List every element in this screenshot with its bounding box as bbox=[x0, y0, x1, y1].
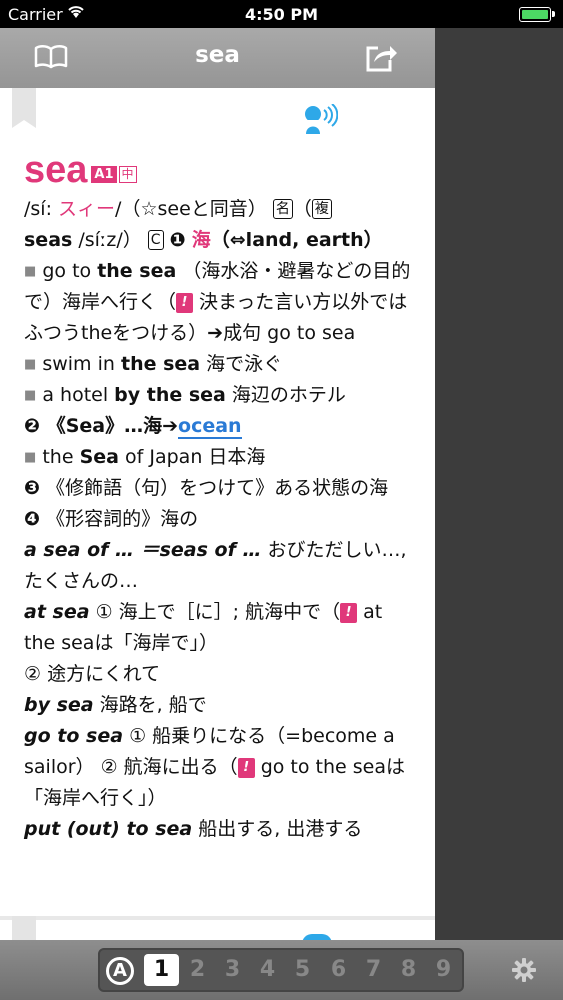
tab-4[interactable]: 4 bbox=[250, 950, 285, 990]
sense-2: ❷ 《Sea》…海➔ocean bbox=[24, 415, 242, 439]
level-badge: A1 bbox=[91, 166, 117, 183]
nav-bar: sea bbox=[0, 28, 435, 88]
plural-badge: 複 bbox=[311, 199, 332, 219]
share-icon[interactable] bbox=[364, 40, 398, 78]
phrase-2: at sea ① 海上で［に］; 航海中で（! at the seaは「海岸で」… bbox=[24, 601, 383, 654]
level-badge-secondary: 中 bbox=[118, 166, 137, 183]
phrase-2-sense-2: ② 途方にくれて bbox=[24, 663, 161, 685]
status-bar: Carrier 4:50 PM bbox=[0, 0, 563, 28]
phrase-4: go to sea ① 船乗りになる（=become a sailor） ② 航… bbox=[24, 725, 405, 809]
tab-1[interactable]: 1 bbox=[144, 954, 179, 986]
note-icon: ! bbox=[176, 293, 194, 313]
headword: sea bbox=[24, 149, 88, 191]
next-entry-page bbox=[0, 916, 435, 944]
phrase-1: a sea of … ＝seas of … おびただしい…, たくさんの… bbox=[24, 539, 407, 592]
search-a-icon[interactable]: A bbox=[106, 957, 134, 985]
note-icon: ! bbox=[237, 758, 255, 778]
example-2: ■ swim in the sea 海で泳ぐ bbox=[24, 353, 283, 375]
pronunciation-line: /sí: スィー/（☆seeと同音） 名（複 bbox=[24, 194, 416, 225]
phrase-3: by sea 海路を, 船で bbox=[24, 694, 207, 716]
sense-3: ❸ 《修飾語（句）をつけて》ある状態の海 bbox=[24, 477, 389, 499]
entry-page: sea A1 中 /sí: スィー/（☆seeと同音） 名（複 seas /síːz… bbox=[0, 88, 435, 916]
side-pane bbox=[435, 28, 563, 940]
bottom-toolbar: A 1 2 3 4 5 6 7 8 9 bbox=[0, 940, 563, 1000]
tab-2[interactable]: 2 bbox=[180, 950, 215, 990]
bookmark-icon[interactable] bbox=[12, 88, 36, 128]
speaker-icon[interactable] bbox=[302, 103, 339, 138]
sense-4: ❹ 《形容詞的》海の bbox=[24, 508, 199, 530]
phrase-5: put (out) to sea 船出する, 出港する bbox=[24, 818, 363, 840]
tab-8[interactable]: 8 bbox=[391, 950, 426, 990]
tab-9[interactable]: 9 bbox=[426, 950, 461, 990]
example-1: ■ go to the sea （海水浴・避暑などの目的で）海岸へ行く（! 決ま… bbox=[24, 260, 411, 344]
ocean-link[interactable]: ocean bbox=[178, 415, 242, 439]
example-4: ■ the Sea of Japan 日本海 bbox=[24, 446, 266, 468]
battery-icon bbox=[519, 7, 555, 22]
gear-icon[interactable] bbox=[512, 958, 536, 986]
sense-1: seas /síːz/） C ❶ 海（⇔land, earth） bbox=[24, 229, 383, 251]
note-icon: ! bbox=[340, 603, 358, 623]
pos-badge: 名 bbox=[272, 199, 293, 219]
headword-line: sea A1 中 bbox=[24, 150, 416, 196]
countable-badge: C bbox=[147, 230, 164, 250]
tab-7[interactable]: 7 bbox=[356, 950, 391, 990]
tab-5[interactable]: 5 bbox=[285, 950, 320, 990]
tab-3[interactable]: 3 bbox=[215, 950, 250, 990]
tab-6[interactable]: 6 bbox=[321, 950, 356, 990]
dictionary-tabs: A 1 2 3 4 5 6 7 8 9 bbox=[98, 948, 464, 992]
example-3: ■ a hotel by the sea 海辺のホテル bbox=[24, 384, 346, 406]
status-time: 4:50 PM bbox=[244, 5, 318, 24]
dictionary-entry: sea A1 中 /sí: スィー/（☆seeと同音） 名（複 seas /síːz… bbox=[24, 150, 416, 845]
